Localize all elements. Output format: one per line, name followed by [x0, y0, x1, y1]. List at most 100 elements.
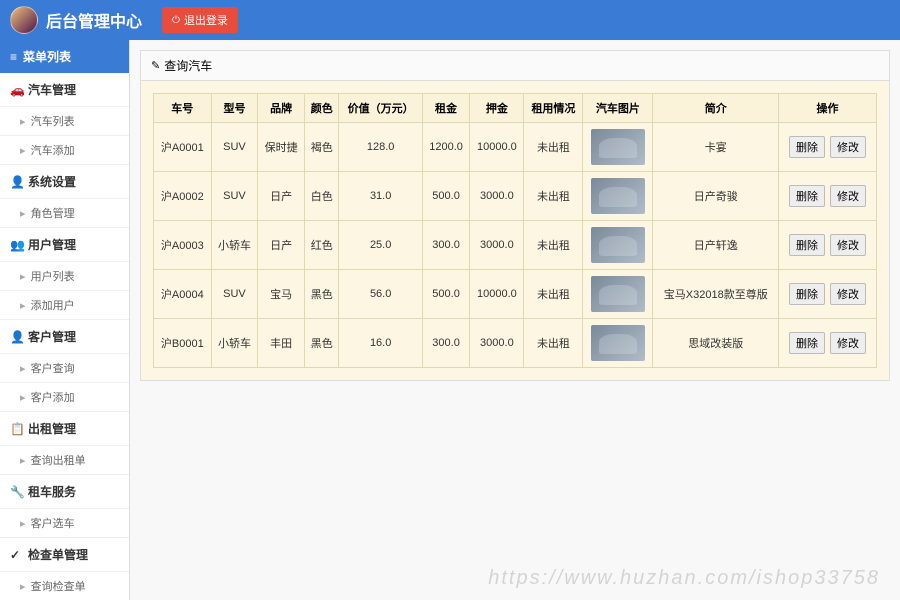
table-header: 简介 [653, 94, 779, 123]
table-header: 租用情况 [524, 94, 583, 123]
edit-button[interactable]: 修改 [830, 234, 866, 256]
table-cell: SUV [211, 172, 258, 221]
section-label: 客户管理 [28, 328, 76, 345]
section-label: 系统设置 [28, 173, 76, 190]
table-cell: 128.0 [339, 123, 422, 172]
nav-section-title[interactable]: 👥 用户管理 [0, 228, 129, 261]
table-row: 沪A0003小轿车日产红色25.0300.03000.0未出租日产轩逸删除 修改 [154, 221, 877, 270]
table-cell: 3000.0 [470, 172, 524, 221]
section-icon: 🔧 [10, 485, 22, 499]
edit-button[interactable]: 修改 [830, 283, 866, 305]
table-cell: 300.0 [422, 221, 469, 270]
sidebar-title: 菜单列表 [0, 40, 129, 73]
table-header: 品牌 [258, 94, 305, 123]
sidebar-item[interactable]: 客户查询 [0, 353, 129, 382]
nav-section-title[interactable]: 📋 出租管理 [0, 412, 129, 445]
table-row: 沪B0001小轿车丰田黑色16.0300.03000.0未出租思域改装版删除 修… [154, 319, 877, 368]
table-header: 价值（万元） [339, 94, 422, 123]
table-cell: 沪B0001 [154, 319, 212, 368]
sidebar-item[interactable]: 汽车添加 [0, 135, 129, 164]
edit-button[interactable]: 修改 [830, 185, 866, 207]
table-cell-actions: 删除 修改 [779, 123, 877, 172]
sidebar-item[interactable]: 用户列表 [0, 261, 129, 290]
table-header: 车号 [154, 94, 212, 123]
sidebar-item[interactable]: 汽车列表 [0, 106, 129, 135]
delete-button[interactable]: 删除 [789, 283, 825, 305]
table-cell: 宝马 [258, 270, 305, 319]
table-cell: 56.0 [339, 270, 422, 319]
section-icon: 👤 [10, 330, 22, 344]
delete-button[interactable]: 删除 [789, 234, 825, 256]
table-cell: 白色 [304, 172, 338, 221]
edit-button[interactable]: 修改 [830, 332, 866, 354]
car-image [591, 325, 645, 361]
app-title: 后台管理中心 [46, 8, 142, 32]
table-header: 操作 [779, 94, 877, 123]
nav-section-title[interactable]: 🚗 汽车管理 [0, 73, 129, 106]
nav-section-title[interactable]: ✓检查单管理 [0, 538, 129, 571]
table-cell: 16.0 [339, 319, 422, 368]
table-cell-desc: 日产奇骏 [653, 172, 779, 221]
sidebar-item[interactable]: 角色管理 [0, 198, 129, 227]
car-image-cell [583, 221, 653, 270]
sidebar-item[interactable]: 查询检查单 [0, 571, 129, 600]
table-cell: 日产 [258, 221, 305, 270]
logout-button[interactable]: 退出登录 [162, 7, 238, 33]
table-cell: 500.0 [422, 172, 469, 221]
nav-section-title[interactable]: 👤 客户管理 [0, 320, 129, 353]
table-cell: 保时捷 [258, 123, 305, 172]
table-cell: 10000.0 [470, 270, 524, 319]
sidebar-item[interactable]: 客户选车 [0, 508, 129, 537]
table-header: 型号 [211, 94, 258, 123]
table-cell: 未出租 [524, 319, 583, 368]
table-cell: 300.0 [422, 319, 469, 368]
table-cell: 沪A0003 [154, 221, 212, 270]
section-label: 用户管理 [28, 236, 76, 253]
sidebar-item[interactable]: 查询出租单 [0, 445, 129, 474]
nav-section-title[interactable]: 👤系统设置 [0, 165, 129, 198]
car-image-cell [583, 123, 653, 172]
section-icon: 📋 [10, 422, 22, 436]
table-cell: 未出租 [524, 172, 583, 221]
table-cell: 红色 [304, 221, 338, 270]
car-image [591, 227, 645, 263]
main-content: 查询汽车 车号型号品牌颜色价值（万元）租金押金租用情况汽车图片简介操作 沪A00… [130, 40, 900, 600]
table-cell: 3000.0 [470, 221, 524, 270]
table-cell-actions: 删除 修改 [779, 221, 877, 270]
query-panel: 查询汽车 车号型号品牌颜色价值（万元）租金押金租用情况汽车图片简介操作 沪A00… [140, 50, 890, 381]
section-label: 出租管理 [28, 420, 76, 437]
table-cell: 丰田 [258, 319, 305, 368]
table-row: 沪A0004SUV宝马黑色56.0500.010000.0未出租宝马X32018… [154, 270, 877, 319]
sidebar: 菜单列表 🚗汽车管理汽车列表汽车添加👤系统设置角色管理👥用户管理用户列表添加用户… [0, 40, 130, 600]
section-icon: 🚗 [10, 83, 22, 97]
car-image [591, 178, 645, 214]
delete-button[interactable]: 删除 [789, 136, 825, 158]
table-cell: 3000.0 [470, 319, 524, 368]
table-cell: 小轿车 [211, 221, 258, 270]
sidebar-item[interactable]: 客户添加 [0, 382, 129, 411]
table-cell: SUV [211, 270, 258, 319]
section-icon: 👥 [10, 238, 22, 252]
table-cell: 黑色 [304, 270, 338, 319]
section-label: 汽车管理 [28, 81, 76, 98]
car-image-cell [583, 270, 653, 319]
table-cell: 未出租 [524, 123, 583, 172]
car-image [591, 276, 645, 312]
app-header: 后台管理中心 退出登录 [0, 0, 900, 40]
table-cell: 500.0 [422, 270, 469, 319]
car-image-cell [583, 172, 653, 221]
delete-button[interactable]: 删除 [789, 185, 825, 207]
nav-section-title[interactable]: 🔧租车服务 [0, 475, 129, 508]
sidebar-item[interactable]: 添加用户 [0, 290, 129, 319]
table-cell: 日产 [258, 172, 305, 221]
edit-button[interactable]: 修改 [830, 136, 866, 158]
table-cell-desc: 宝马X32018款至尊版 [653, 270, 779, 319]
delete-button[interactable]: 删除 [789, 332, 825, 354]
table-cell: 褐色 [304, 123, 338, 172]
table-cell: SUV [211, 123, 258, 172]
table-cell: 10000.0 [470, 123, 524, 172]
table-cell-desc: 卡宴 [653, 123, 779, 172]
table-cell: 沪A0004 [154, 270, 212, 319]
section-icon: ✓ [10, 548, 22, 562]
table-cell-actions: 删除 修改 [779, 270, 877, 319]
